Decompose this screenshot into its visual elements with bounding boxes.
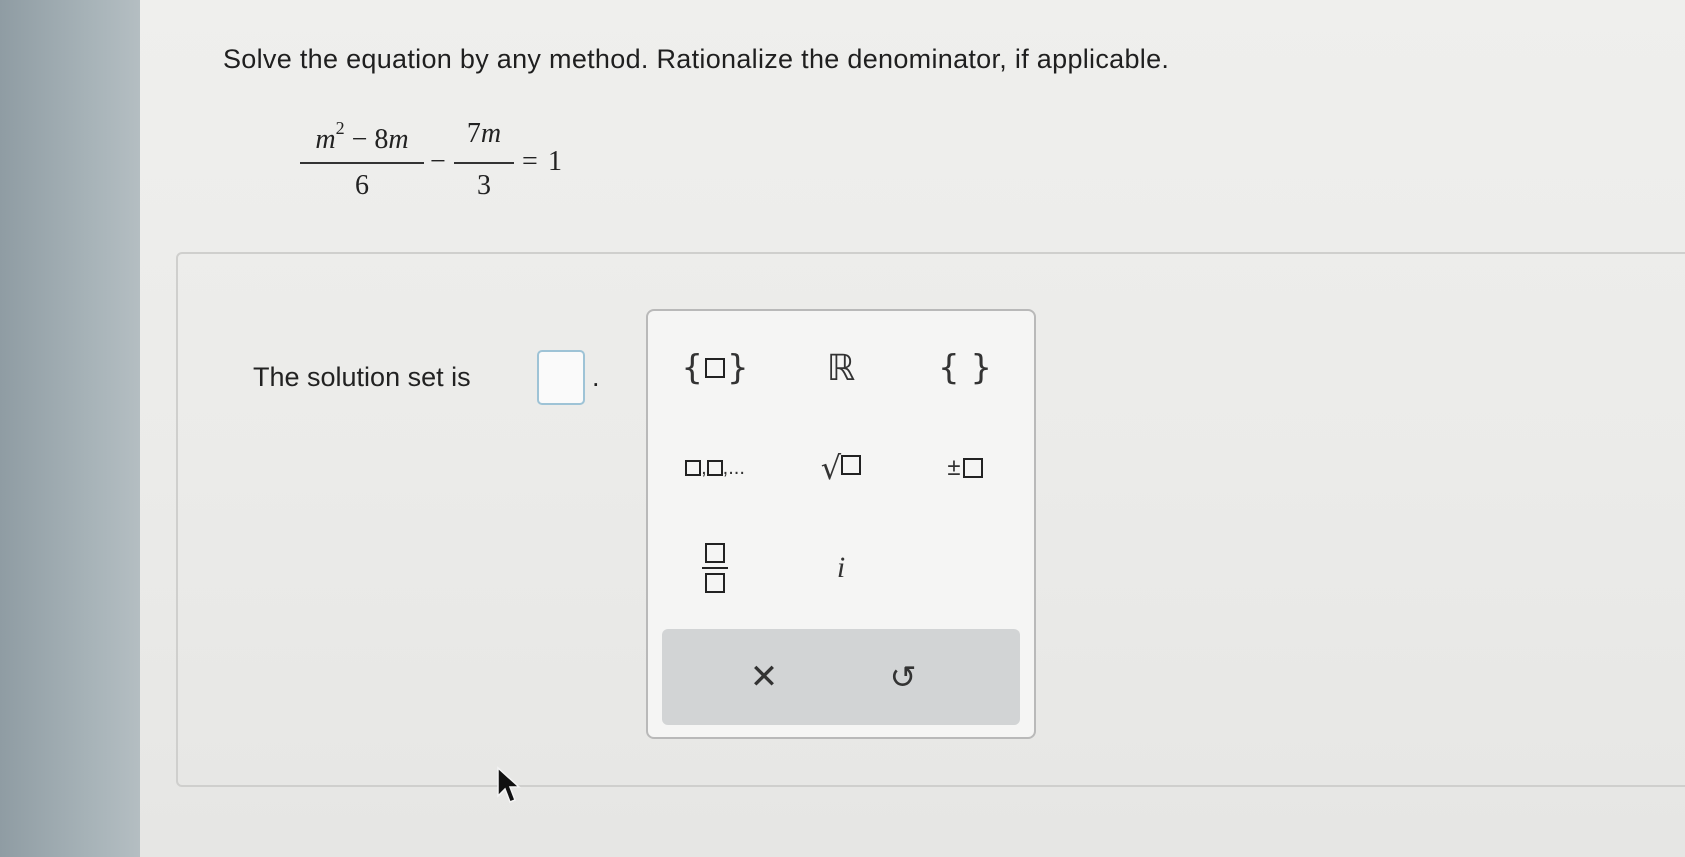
square-placeholder-icon: [962, 458, 983, 478]
screen-bezel: [0, 0, 150, 857]
radical-icon: √: [820, 449, 842, 487]
equals-sign: =: [522, 146, 538, 177]
right-hand-side: 1: [548, 146, 562, 177]
solution-set-label: The solution set is: [253, 362, 471, 392]
x-icon: ✕: [749, 658, 779, 696]
mouse-pointer-icon: [497, 766, 521, 803]
set-with-element-button[interactable]: { }: [660, 333, 770, 403]
palette-footer: ✕ ↺: [662, 629, 1020, 725]
question-instruction: Solve the equation by any method. Ration…: [223, 44, 1170, 74]
fraction-1-bar: [300, 162, 424, 164]
answer-period: .: [592, 362, 600, 392]
fraction-2-numerator: 7m: [466, 118, 502, 149]
fraction-1-numerator: m2 − 8m: [315, 118, 409, 155]
right-brace-icon: }: [727, 348, 749, 388]
fraction-2-bar: [454, 162, 514, 164]
fraction-2-denominator: 3: [477, 170, 491, 201]
square-placeholder-icon: [705, 358, 725, 378]
square-placeholder-icon: [685, 460, 702, 476]
square-root-button[interactable]: √: [786, 433, 896, 503]
square-placeholder-icon: [705, 543, 725, 563]
ellipsis-icon: ...: [728, 456, 745, 479]
fraction-button[interactable]: [660, 533, 770, 603]
plus-minus-button[interactable]: ±: [910, 433, 1020, 503]
fraction-1-denominator: 6: [355, 170, 369, 201]
minus-operator: −: [430, 146, 446, 177]
clear-button[interactable]: ✕: [709, 642, 819, 712]
real-numbers-button[interactable]: ℝ: [786, 333, 896, 403]
undo-icon: ↺: [889, 659, 917, 695]
empty-set-button[interactable]: { }: [910, 333, 1020, 403]
square-placeholder-icon: [706, 460, 723, 476]
imaginary-unit-button[interactable]: i: [786, 533, 896, 603]
answer-input[interactable]: [537, 350, 585, 405]
fraction-icon: [702, 543, 728, 593]
math-palette: { } ℝ { } , , ... √ ± i ✕ ↺: [646, 309, 1036, 739]
fraction-bar-icon: [702, 567, 728, 569]
square-placeholder-icon: [705, 573, 725, 593]
plus-minus-icon: ±: [947, 454, 961, 481]
empty-set-icon: { }: [937, 348, 993, 388]
list-button[interactable]: , , ...: [660, 433, 770, 503]
undo-button[interactable]: ↺: [848, 642, 958, 712]
square-placeholder-icon: [841, 455, 862, 475]
left-brace-icon: {: [681, 348, 703, 388]
